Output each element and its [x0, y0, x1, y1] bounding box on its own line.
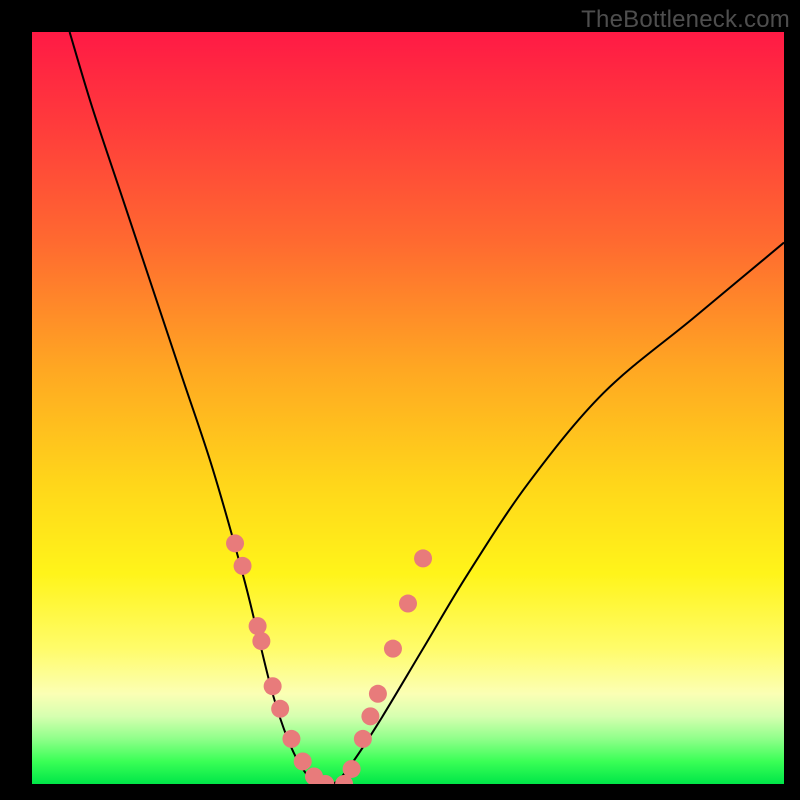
bottleneck-curve	[32, 32, 784, 784]
plot-area	[32, 32, 784, 784]
marker-dot	[282, 730, 300, 748]
marker-dot	[271, 700, 289, 718]
marker-dot	[414, 549, 432, 567]
marker-dot	[252, 632, 270, 650]
chart-frame: TheBottleneck.com	[0, 0, 800, 800]
marker-dot	[369, 685, 387, 703]
marker-dot	[294, 752, 312, 770]
marker-dot	[226, 534, 244, 552]
marker-dot	[343, 760, 361, 778]
marker-dot	[354, 730, 372, 748]
marker-dot	[234, 557, 252, 575]
curve-line	[70, 32, 784, 784]
marker-dot	[264, 677, 282, 695]
marker-dot	[249, 617, 267, 635]
marker-dot	[399, 595, 417, 613]
marker-dot	[361, 707, 379, 725]
marker-dot	[384, 640, 402, 658]
watermark-text: TheBottleneck.com	[581, 6, 790, 34]
highlighted-points	[226, 534, 432, 784]
